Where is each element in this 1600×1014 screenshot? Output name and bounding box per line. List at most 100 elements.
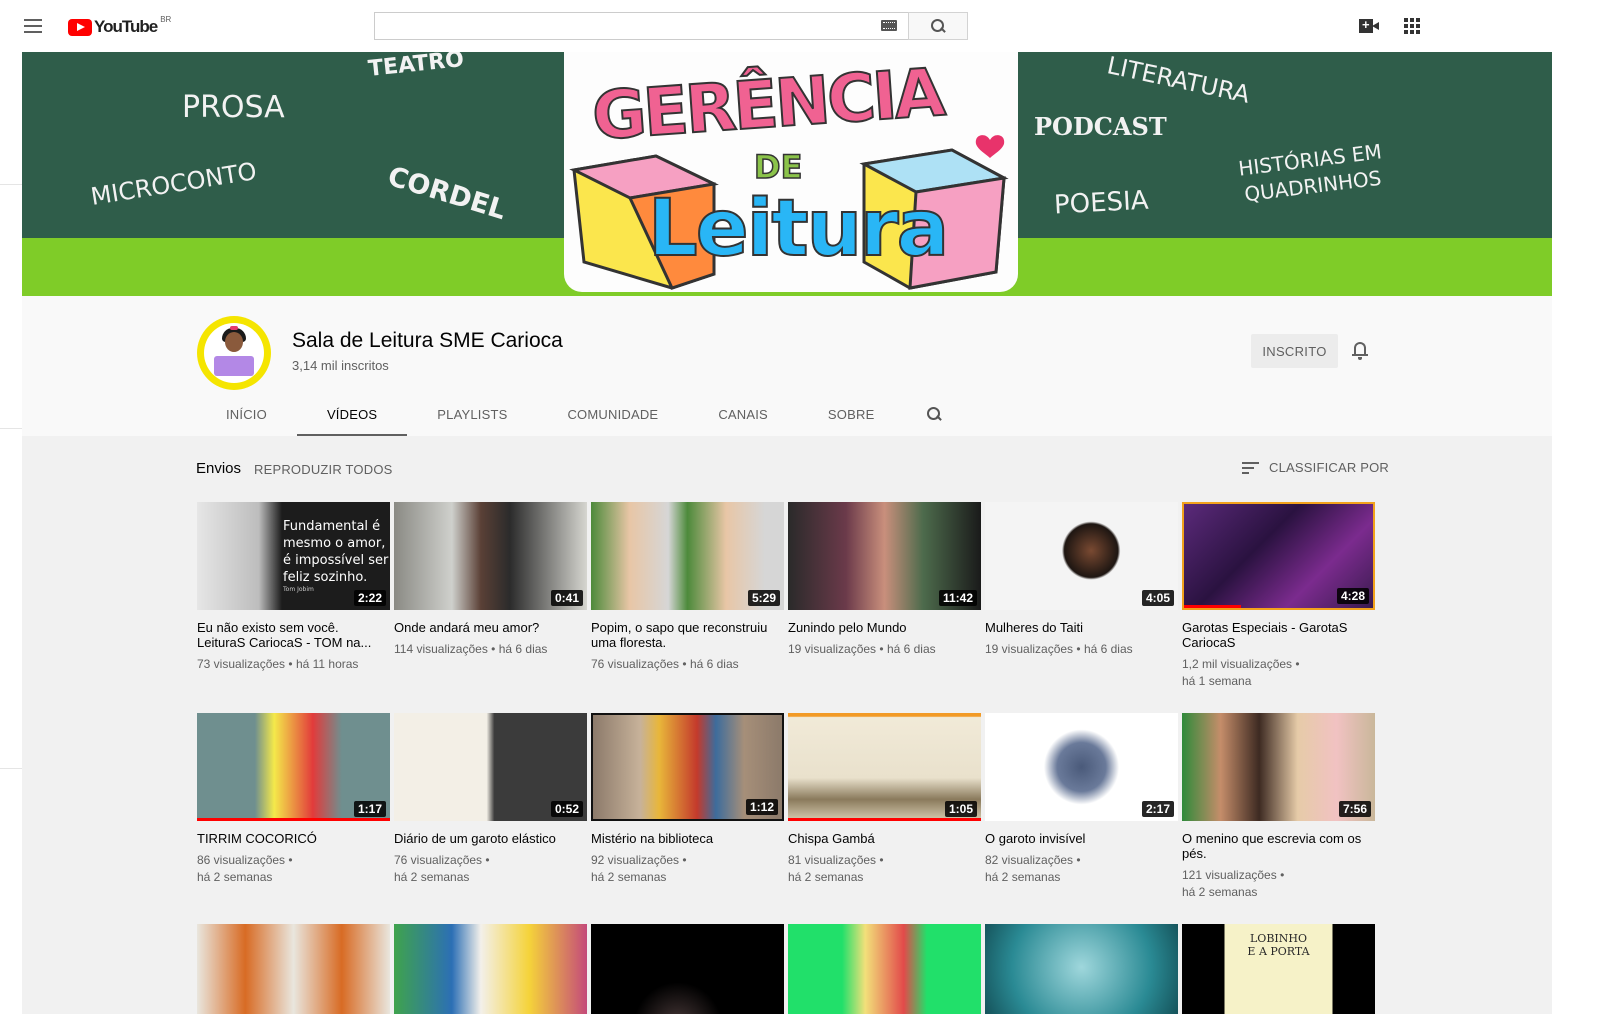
banner-word: TEATRO bbox=[366, 52, 466, 82]
video-title[interactable]: Garotas Especiais - GarotaS CariocaS bbox=[1182, 620, 1375, 650]
video-card[interactable]: Fundamental é mesmo o amor, é impossível… bbox=[197, 502, 390, 673]
video-thumbnail[interactable] bbox=[788, 924, 981, 1014]
video-card[interactable]: 11:42 Zunindo pelo Mundo 19 visualizaçõe… bbox=[788, 502, 981, 658]
channel-tabs: INÍCIO VÍDEOS PLAYLISTS COMUNIDADE CANAI… bbox=[196, 392, 964, 436]
video-duration: 4:28 bbox=[1336, 588, 1369, 604]
video-card[interactable]: 1:05 Chispa Gambá 81 visualizações • há 2… bbox=[788, 713, 981, 886]
channel-search-button[interactable] bbox=[904, 392, 964, 436]
video-card[interactable]: 4:28 Garotas Especiais - GarotaS Carioca… bbox=[1182, 502, 1375, 690]
video-title[interactable]: Onde andará meu amor? bbox=[394, 620, 587, 635]
video-title[interactable]: TIRRIM COCORICÓ bbox=[197, 831, 390, 846]
video-thumbnail[interactable]: 7:56 bbox=[1182, 713, 1375, 821]
subscribed-button[interactable]: INSCRITO bbox=[1251, 334, 1338, 368]
video-card[interactable] bbox=[197, 924, 390, 1014]
video-card[interactable]: 1:17 TIRRIM COCORICÓ 86 visualizações • h… bbox=[197, 713, 390, 886]
video-thumbnail[interactable]: 5:29 bbox=[591, 502, 784, 610]
search-input[interactable] bbox=[374, 12, 908, 40]
video-card[interactable]: LOBINHO E A PORTA bbox=[1182, 924, 1375, 1014]
video-duration: 0:41 bbox=[550, 590, 583, 606]
video-thumbnail[interactable]: 0:41 bbox=[394, 502, 587, 610]
sort-button[interactable]: CLASSIFICAR POR bbox=[1242, 460, 1389, 475]
tab-canais[interactable]: CANAIS bbox=[688, 392, 798, 436]
play-logo-icon bbox=[68, 18, 92, 36]
left-gutter bbox=[0, 52, 22, 1014]
keyboard-icon[interactable] bbox=[881, 20, 897, 31]
video-thumbnail[interactable]: 4:05 bbox=[985, 502, 1178, 610]
apps-grid-icon[interactable] bbox=[1404, 18, 1420, 34]
masthead: YouTube BR bbox=[0, 0, 1600, 52]
banner-word: CORDEL bbox=[384, 160, 510, 227]
video-card[interactable]: 1:12 Mistério na biblioteca 92 visualiza… bbox=[591, 713, 784, 886]
channel-header: Sala de Leitura SME Carioca 3,14 mil ins… bbox=[22, 296, 1552, 436]
notification-bell-icon[interactable] bbox=[1352, 342, 1368, 360]
menu-icon[interactable] bbox=[24, 19, 42, 33]
video-thumbnail[interactable]: 4:28 bbox=[1182, 502, 1375, 610]
banner-word: PODCAST bbox=[1034, 112, 1167, 141]
video-thumbnail[interactable]: 0:52 bbox=[394, 713, 587, 821]
shelf-title: Envios bbox=[196, 460, 242, 477]
subscriber-count: 3,14 mil inscritos bbox=[292, 358, 389, 373]
video-card[interactable]: 7:56 O menino que escrevia com os pés. 1… bbox=[1182, 713, 1375, 901]
video-title[interactable]: Popim, o sapo que reconstruiu uma flores… bbox=[591, 620, 784, 650]
create-video-icon[interactable] bbox=[1359, 17, 1379, 33]
video-duration: 1:05 bbox=[944, 801, 977, 817]
sort-icon bbox=[1242, 461, 1259, 474]
watch-progress bbox=[1184, 605, 1241, 608]
video-thumbnail[interactable] bbox=[985, 924, 1178, 1014]
video-thumbnail[interactable]: LOBINHO E A PORTA bbox=[1182, 924, 1375, 1014]
search-button[interactable] bbox=[908, 12, 968, 40]
search-icon bbox=[927, 407, 941, 421]
video-title[interactable]: Eu não existo sem você. LeituraS Carioca… bbox=[197, 620, 390, 650]
video-title[interactable]: Mistério na biblioteca bbox=[591, 831, 784, 846]
video-card[interactable]: 4:05 Mulheres do Taiti 19 visualizações … bbox=[985, 502, 1178, 658]
play-all-button[interactable]: REPRODUZIR TODOS bbox=[254, 462, 393, 477]
tab-comunidade[interactable]: COMUNIDADE bbox=[537, 392, 688, 436]
video-meta: 114 visualizações • há 6 dias bbox=[394, 642, 548, 656]
video-thumbnail[interactable]: 1:05 bbox=[788, 713, 981, 821]
video-title[interactable]: O garoto invisível bbox=[985, 831, 1178, 846]
video-thumbnail[interactable]: 1:12 bbox=[591, 713, 784, 821]
video-thumbnail[interactable]: Fundamental é mesmo o amor, é impossível… bbox=[197, 502, 390, 610]
video-meta: 82 visualizações • há 2 semanas bbox=[985, 853, 1081, 884]
video-thumbnail[interactable] bbox=[197, 924, 390, 1014]
logo-word-de: DE bbox=[753, 147, 803, 187]
video-thumbnail[interactable]: 2:17 bbox=[985, 713, 1178, 821]
video-thumbnail[interactable] bbox=[591, 924, 784, 1014]
tab-videos[interactable]: VÍDEOS bbox=[296, 392, 408, 436]
video-thumbnail[interactable]: 1:17 bbox=[197, 713, 390, 821]
video-title[interactable]: Diário de um garoto elástico bbox=[394, 831, 587, 846]
video-meta: 121 visualizações • há 2 semanas bbox=[1182, 868, 1285, 899]
video-title[interactable]: Zunindo pelo Mundo bbox=[788, 620, 981, 635]
video-duration: 11:42 bbox=[938, 590, 977, 606]
channel-avatar[interactable] bbox=[197, 316, 271, 390]
video-card[interactable] bbox=[591, 924, 784, 1014]
logo-text: YouTube bbox=[94, 17, 158, 36]
video-meta: 76 visualizações • há 2 semanas bbox=[394, 853, 490, 884]
search-box bbox=[374, 12, 968, 40]
youtube-logo[interactable]: YouTube BR bbox=[68, 15, 171, 37]
videos-content: Envios REPRODUZIR TODOS CLASSIFICAR POR … bbox=[22, 436, 1552, 1014]
video-card[interactable] bbox=[394, 924, 587, 1014]
video-card[interactable]: 0:52 Diário de um garoto elástico 76 vis… bbox=[394, 713, 587, 886]
video-meta: 19 visualizações • há 6 dias bbox=[985, 642, 1133, 656]
video-title[interactable]: Mulheres do Taiti bbox=[985, 620, 1178, 635]
video-duration: 5:29 bbox=[747, 590, 780, 606]
video-thumbnail[interactable] bbox=[394, 924, 587, 1014]
video-title[interactable]: O menino que escrevia com os pés. bbox=[1182, 831, 1375, 861]
video-card[interactable] bbox=[985, 924, 1178, 1014]
tab-playlists[interactable]: PLAYLISTS bbox=[407, 392, 537, 436]
video-card[interactable] bbox=[788, 924, 981, 1014]
watch-progress bbox=[788, 818, 981, 821]
book-title: LOBINHO E A PORTA bbox=[1247, 932, 1310, 958]
video-card[interactable]: 0:41 Onde andará meu amor? 114 visualiza… bbox=[394, 502, 587, 658]
video-duration: 0:52 bbox=[550, 801, 583, 817]
video-thumbnail[interactable]: 11:42 bbox=[788, 502, 981, 610]
video-card[interactable]: 2:17 O garoto invisível 82 visualizações… bbox=[985, 713, 1178, 886]
reading-logo-card: GERÊNCIA DE Leitura bbox=[564, 52, 1018, 292]
video-card[interactable]: 5:29 Popim, o sapo que reconstruiu uma f… bbox=[591, 502, 784, 673]
tab-sobre[interactable]: SOBRE bbox=[798, 392, 905, 436]
video-meta: 86 visualizações • há 2 semanas bbox=[197, 853, 293, 884]
tab-inicio[interactable]: INÍCIO bbox=[196, 392, 297, 436]
video-title[interactable]: Chispa Gambá bbox=[788, 831, 981, 846]
video-duration: 7:56 bbox=[1338, 801, 1371, 817]
